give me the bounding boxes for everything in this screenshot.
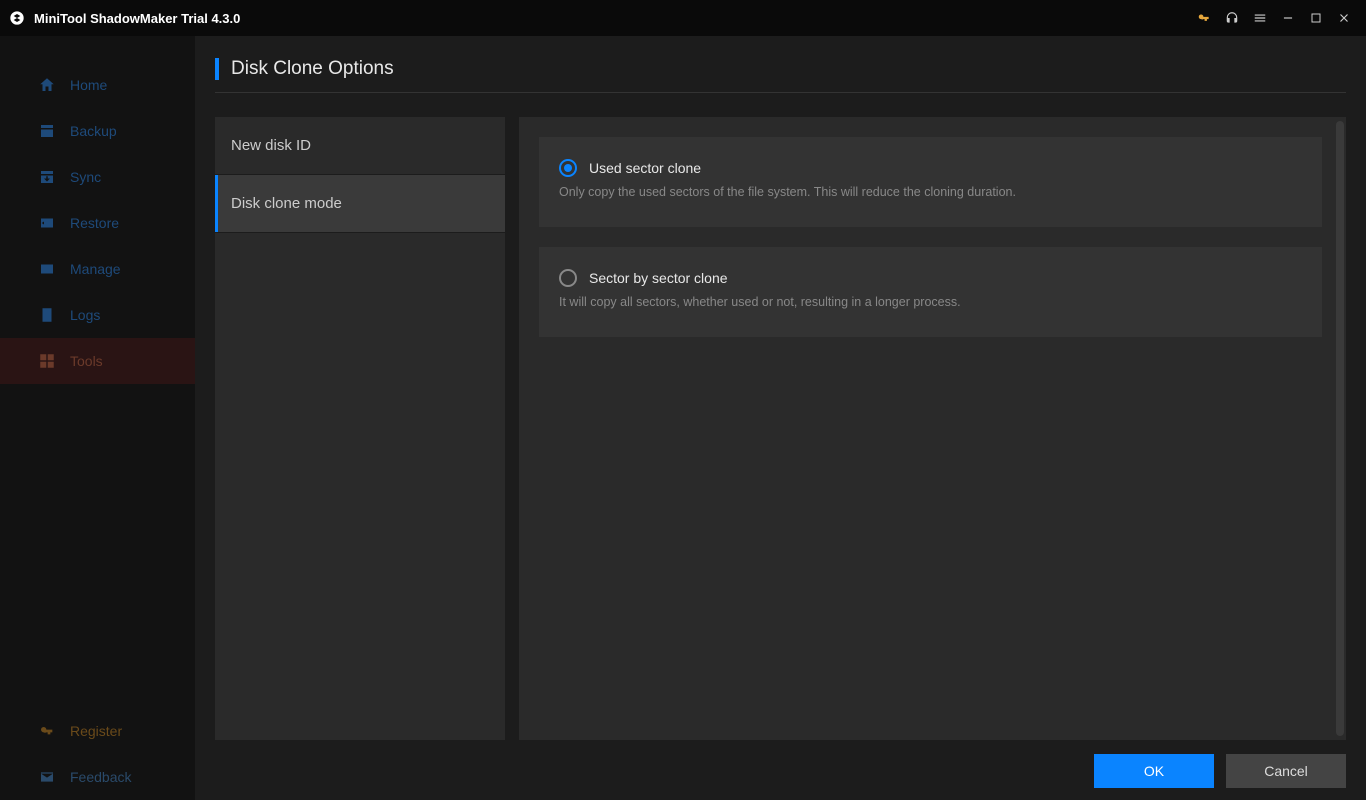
headset-icon[interactable] xyxy=(1218,4,1246,32)
sidebar-item-label: Register xyxy=(70,723,122,739)
cancel-button[interactable]: Cancel xyxy=(1226,754,1346,788)
scrollbar[interactable] xyxy=(1336,121,1344,736)
sidebar: Home Backup Sync Restore Manage xyxy=(0,36,195,800)
option-title: Sector by sector clone xyxy=(589,270,728,286)
sidebar-item-tools[interactable]: Tools xyxy=(0,338,195,384)
clone-mode-used-sector[interactable]: Used sector clone Only copy the used sec… xyxy=(539,137,1322,227)
sidebar-item-label: Manage xyxy=(70,261,121,277)
footer-buttons: OK Cancel xyxy=(215,740,1346,788)
manage-icon xyxy=(38,260,56,278)
sidebar-item-register[interactable]: Register xyxy=(0,708,195,754)
ok-button[interactable]: OK xyxy=(1094,754,1214,788)
sidebar-item-label: Home xyxy=(70,77,107,93)
accent-bar xyxy=(215,58,219,80)
option-label: New disk ID xyxy=(231,137,311,154)
sidebar-item-feedback[interactable]: Feedback xyxy=(0,754,195,800)
options-category-panel: New disk ID Disk clone mode xyxy=(215,117,505,740)
menu-icon[interactable] xyxy=(1246,4,1274,32)
tools-icon xyxy=(38,352,56,370)
radio-icon xyxy=(559,159,577,177)
option-description: Only copy the used sectors of the file s… xyxy=(559,185,1302,199)
sidebar-item-manage[interactable]: Manage xyxy=(0,246,195,292)
sidebar-item-label: Tools xyxy=(70,353,103,369)
sidebar-item-label: Backup xyxy=(70,123,117,139)
option-description: It will copy all sectors, whether used o… xyxy=(559,295,1302,309)
sidebar-item-sync[interactable]: Sync xyxy=(0,154,195,200)
sidebar-item-label: Restore xyxy=(70,215,119,231)
sidebar-item-logs[interactable]: Logs xyxy=(0,292,195,338)
sidebar-item-label: Sync xyxy=(70,169,101,185)
minimize-icon[interactable] xyxy=(1274,4,1302,32)
sidebar-item-restore[interactable]: Restore xyxy=(0,200,195,246)
radio-row[interactable]: Sector by sector clone xyxy=(559,269,1302,287)
maximize-icon[interactable] xyxy=(1302,4,1330,32)
option-new-disk-id[interactable]: New disk ID xyxy=(215,117,505,175)
backup-icon xyxy=(38,122,56,140)
options-detail-panel: Used sector clone Only copy the used sec… xyxy=(519,117,1346,740)
option-label: Disk clone mode xyxy=(231,195,342,212)
key-icon xyxy=(38,722,56,740)
sidebar-item-home[interactable]: Home xyxy=(0,62,195,108)
page-title: Disk Clone Options xyxy=(231,58,394,80)
radio-icon xyxy=(559,269,577,287)
sync-icon xyxy=(38,168,56,186)
restore-icon xyxy=(38,214,56,232)
logs-icon xyxy=(38,306,56,324)
mail-icon xyxy=(38,768,56,786)
option-title: Used sector clone xyxy=(589,160,701,176)
sidebar-item-label: Feedback xyxy=(70,769,131,785)
key-icon[interactable] xyxy=(1190,4,1218,32)
page-header: Disk Clone Options xyxy=(215,58,1346,93)
home-icon xyxy=(38,76,56,94)
app-title: MiniTool ShadowMaker Trial 4.3.0 xyxy=(34,11,240,26)
close-icon[interactable] xyxy=(1330,4,1358,32)
clone-mode-sector-by-sector[interactable]: Sector by sector clone It will copy all … xyxy=(539,247,1322,337)
app-logo-icon xyxy=(8,9,26,27)
option-disk-clone-mode[interactable]: Disk clone mode xyxy=(215,175,505,233)
content-area: Disk Clone Options New disk ID Disk clon… xyxy=(195,36,1366,800)
titlebar: MiniTool ShadowMaker Trial 4.3.0 xyxy=(0,0,1366,36)
sidebar-item-label: Logs xyxy=(70,307,100,323)
radio-row[interactable]: Used sector clone xyxy=(559,159,1302,177)
sidebar-item-backup[interactable]: Backup xyxy=(0,108,195,154)
